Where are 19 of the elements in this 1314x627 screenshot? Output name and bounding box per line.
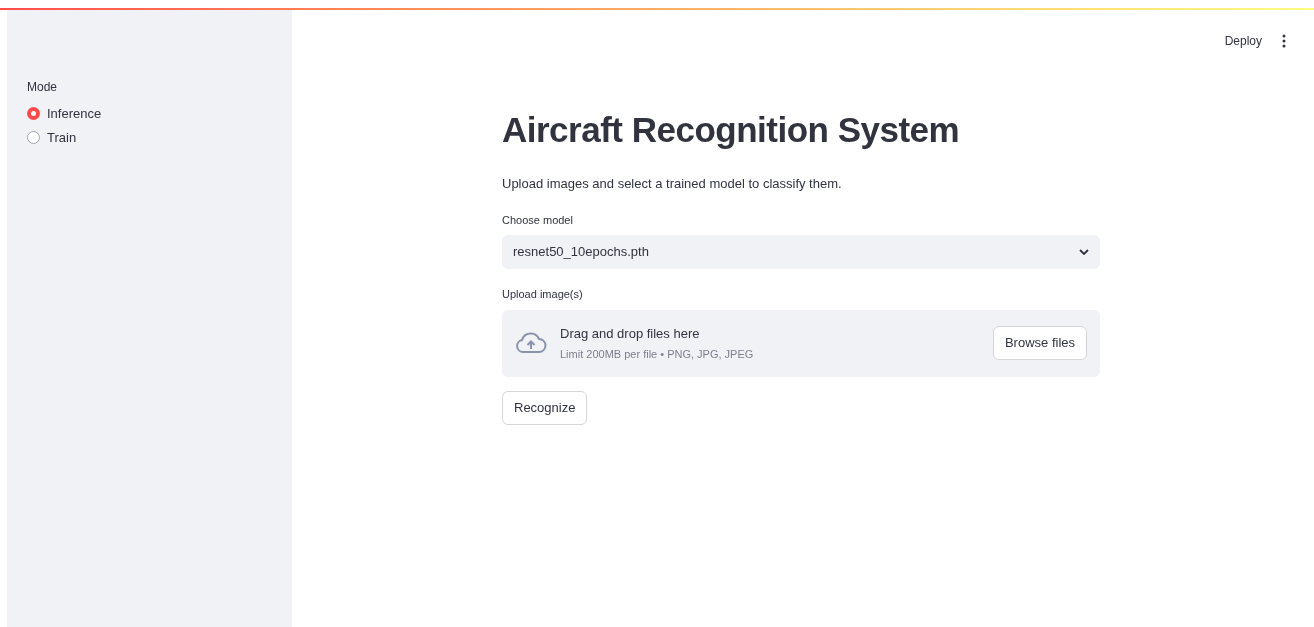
description: Upload images and select a trained model to classify them. xyxy=(502,175,843,193)
cloud-upload-icon xyxy=(515,332,547,354)
recognize-button[interactable]: Recognize xyxy=(502,390,588,425)
deploy-button[interactable]: Deploy xyxy=(1220,30,1266,52)
file-limit-note: Limit 200MB per file • PNG, JPG, JPEG xyxy=(560,347,755,362)
radio-icon xyxy=(27,130,40,144)
radio-group-label: Mode xyxy=(27,79,59,96)
file-dropzone[interactable]: Drag and drop files here Limit 200MB per file • PNG, JPG, JPEG Browse files xyxy=(502,309,1100,377)
dropzone-instruction: Drag and drop files here xyxy=(560,324,701,343)
radio-option[interactable]: Train xyxy=(27,127,77,147)
radio-icon xyxy=(27,107,40,121)
browse-files-button[interactable]: Browse files xyxy=(992,326,1087,360)
uploader-label: Upload image(s) xyxy=(502,287,584,302)
chevron-down-icon xyxy=(1079,249,1089,255)
radio-option[interactable]: Inference xyxy=(27,104,102,124)
select-label: Choose model xyxy=(502,212,574,228)
more-options-icon[interactable] xyxy=(1282,34,1286,48)
model-select[interactable]: resnet50_10epochs.pth xyxy=(502,235,1100,269)
page-title: Aircraft Recognition System xyxy=(502,110,961,150)
